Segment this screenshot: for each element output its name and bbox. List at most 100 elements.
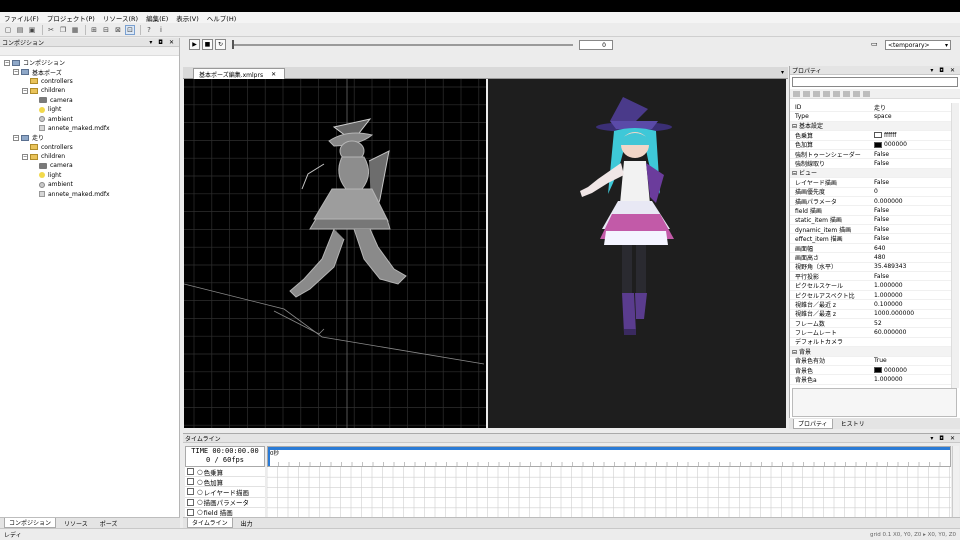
left-panel-tab[interactable]: コンポジション <box>4 518 57 528</box>
property-value[interactable]: False <box>874 151 951 158</box>
property-row[interactable]: フレームレート 60.000000 <box>790 328 951 338</box>
property-value[interactable]: space <box>874 113 951 120</box>
property-row[interactable]: ID 走り <box>790 103 951 113</box>
loop-button[interactable]: ↻ <box>215 39 226 50</box>
object-select[interactable] <box>792 77 958 87</box>
property-row[interactable]: 描画優先度 0 <box>790 188 951 197</box>
timeline-panel-tab[interactable]: タイムライン <box>187 518 233 528</box>
tree-item[interactable]: ambient <box>0 114 179 123</box>
tree-item[interactable]: controllers <box>0 77 179 86</box>
help-icon[interactable]: ? <box>144 25 154 35</box>
property-row[interactable]: フレーム数 52 <box>790 319 951 329</box>
property-value[interactable]: False <box>874 273 951 280</box>
tree-item[interactable]: light <box>0 171 179 180</box>
copy-icon[interactable]: ❐ <box>58 25 68 35</box>
property-pages-icon[interactable] <box>813 90 820 97</box>
export-icon[interactable]: ⊞ <box>89 25 99 35</box>
property-value[interactable]: 1.000000 <box>874 282 951 289</box>
save-icon[interactable]: ▣ <box>27 25 37 35</box>
render-viewport[interactable] <box>488 79 786 428</box>
right-panel-tab[interactable]: プロパティ <box>793 418 833 429</box>
collapse-icon[interactable]: ⊟ <box>792 349 799 356</box>
cut-icon[interactable]: ✂ <box>46 25 56 35</box>
menu-item[interactable]: 編集(E) <box>146 13 168 23</box>
tree-item[interactable]: camera <box>0 161 179 170</box>
property-value[interactable]: False <box>874 216 951 223</box>
tool-icon[interactable] <box>833 90 840 97</box>
property-row[interactable]: 平行投影 False <box>790 272 951 282</box>
right-panel-tab[interactable]: ヒストリ <box>837 419 869 428</box>
frame-slider-track[interactable] <box>233 44 573 46</box>
open-folder-icon[interactable]: ▤ <box>15 25 25 35</box>
property-value[interactable]: False <box>874 179 951 186</box>
property-row[interactable]: 強制線取り False <box>790 159 951 169</box>
property-group-row[interactable]: ⊟ 背景 <box>790 347 951 357</box>
new-file-icon[interactable]: ▢ <box>3 25 13 35</box>
tree-item[interactable]: annete_maked.mdfx <box>0 124 179 133</box>
tree-item[interactable]: − 走り <box>0 133 179 142</box>
property-row[interactable]: 強制トゥーンシェーダー False <box>790 150 951 160</box>
tree-expander-icon[interactable]: − <box>13 69 19 76</box>
tree-item[interactable]: − children <box>0 152 179 161</box>
property-value[interactable]: 0 <box>874 188 951 195</box>
property-value[interactable]: 60.000000 <box>874 329 951 336</box>
property-value[interactable]: 000000 <box>874 367 951 374</box>
menu-item[interactable]: リソース(R) <box>103 13 138 23</box>
property-row[interactable]: effect_item 描画 False <box>790 234 951 244</box>
property-row[interactable]: 色加算 000000 <box>790 141 951 150</box>
import-icon[interactable]: ⊟ <box>101 25 111 35</box>
property-row[interactable]: 視野角（水平） 35.489343 <box>790 263 951 273</box>
property-row[interactable]: 画面高さ 480 <box>790 253 951 263</box>
settings-icon[interactable]: ⊡ <box>125 24 135 35</box>
camera-select[interactable]: <temporary> ▾ <box>885 40 951 50</box>
tree-item[interactable]: controllers <box>0 143 179 152</box>
tree-expander-icon[interactable]: − <box>22 87 28 94</box>
collapse-icon[interactable]: ⊟ <box>792 123 799 130</box>
property-value[interactable]: 1.000000 <box>874 376 951 383</box>
property-value[interactable]: 35.489343 <box>874 263 951 270</box>
property-value[interactable]: False <box>874 207 951 214</box>
panel-controls-icon[interactable]: ▾ ◘ ✕ <box>930 435 957 442</box>
timeline-ruler[interactable]: 0秒 <box>267 446 951 467</box>
collapse-icon[interactable]: ⊟ <box>792 170 799 177</box>
color-swatch[interactable] <box>874 367 882 374</box>
property-value[interactable]: 52 <box>874 320 951 327</box>
frame-slider-thumb[interactable] <box>232 40 234 49</box>
tree-expander-icon[interactable]: − <box>22 153 28 160</box>
timeline-track[interactable]: ○ 描画パラメータ <box>185 498 265 508</box>
property-value[interactable]: False <box>874 160 951 167</box>
property-row[interactable]: 色乗算 ffffff <box>790 131 951 141</box>
tool-icon[interactable] <box>843 90 850 97</box>
sort-category-icon[interactable] <box>793 90 800 97</box>
close-icon[interactable]: ✕ <box>271 71 276 78</box>
frame-input[interactable]: 0 <box>579 40 613 50</box>
tab-menu-chevron-icon[interactable]: ▾ <box>781 69 784 76</box>
tree-item[interactable]: annete_maked.mdfx <box>0 189 179 198</box>
property-group-row[interactable]: ⊟ 基本設定 <box>790 121 951 132</box>
tree-item[interactable]: − children <box>0 86 179 95</box>
property-row[interactable]: ピクセルスケール 1.000000 <box>790 281 951 291</box>
stop-button[interactable]: ■ <box>202 39 213 50</box>
timeline-track[interactable]: ○ レイヤード描画 <box>185 487 265 498</box>
menu-item[interactable]: プロジェクト(P) <box>47 13 95 23</box>
sort-alpha-icon[interactable] <box>803 90 810 97</box>
tree-expander-icon[interactable]: − <box>13 134 19 141</box>
property-row[interactable]: 視錐台／最遠 z 1000.000000 <box>790 310 951 319</box>
color-swatch[interactable] <box>874 132 882 139</box>
property-row[interactable]: 描画パラメータ 0.000000 <box>790 197 951 207</box>
panel-controls-icon[interactable]: ▾ ◘ ✕ <box>149 39 176 46</box>
property-value[interactable]: True <box>874 357 951 364</box>
property-row[interactable]: 背景色 000000 <box>790 366 951 376</box>
convert-icon[interactable]: ⊠ <box>113 25 123 35</box>
property-row[interactable]: デフォルトカメラ <box>790 338 951 348</box>
panel-controls-icon[interactable]: ▾ ◘ ✕ <box>930 67 957 74</box>
property-value[interactable]: 1000.000000 <box>874 310 951 317</box>
property-row[interactable]: Type space <box>790 112 951 122</box>
tool-icon[interactable] <box>823 90 830 97</box>
document-tab[interactable]: 基本ポーズ編集.xmlprs ✕ <box>193 68 285 79</box>
property-value[interactable]: 000000 <box>874 141 951 148</box>
timeline-track[interactable]: ○ 色加算 <box>185 477 265 488</box>
left-panel-tab[interactable]: ポーズ <box>96 519 122 528</box>
info-icon[interactable]: ⅰ <box>156 25 166 35</box>
timeline-scrollbar[interactable] <box>952 446 959 519</box>
